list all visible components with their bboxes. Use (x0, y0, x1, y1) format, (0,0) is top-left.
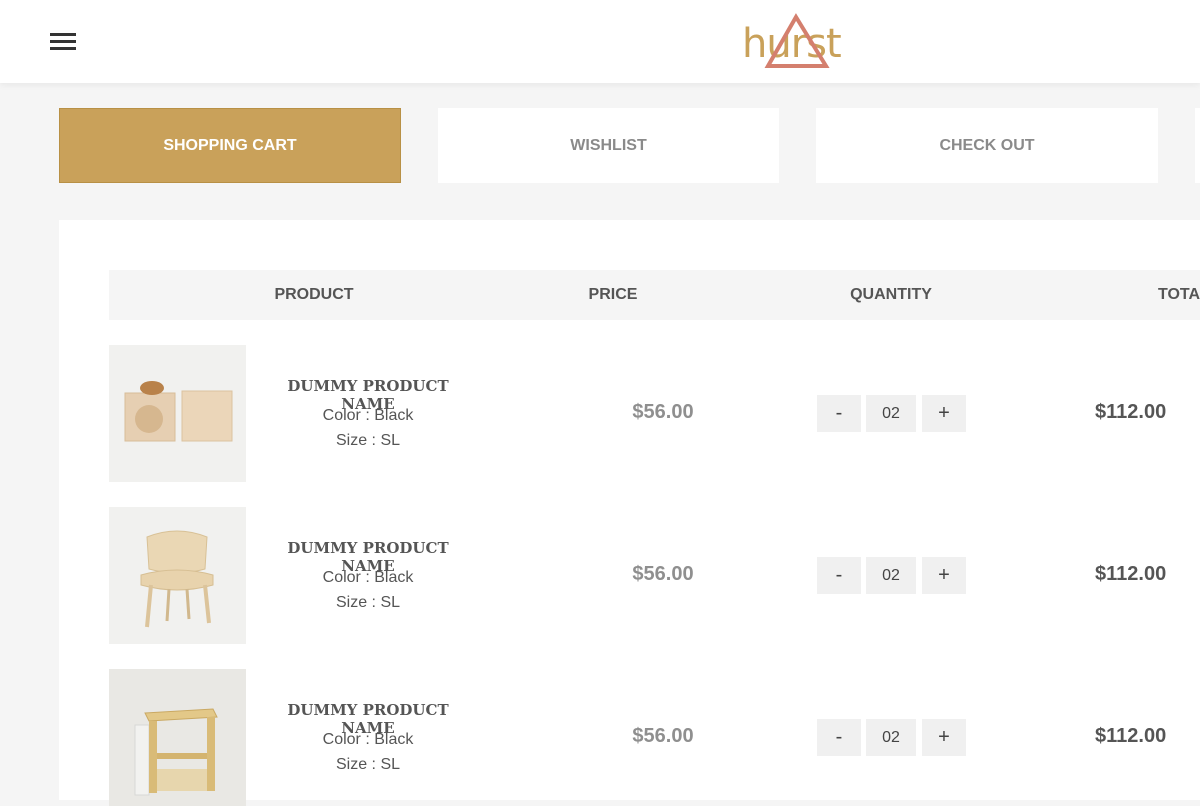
tab-wishlist-label: WISHLIST (570, 136, 647, 154)
row-total: $112.00 (1095, 725, 1167, 747)
logo-triangle-icon (764, 13, 830, 68)
header-product: PRODUCT (274, 286, 354, 303)
wooden-blocks-image (124, 381, 233, 442)
product-image[interactable] (109, 669, 246, 806)
product-price: $56.00 (632, 725, 694, 747)
quantity-decrease-button[interactable]: - (817, 395, 861, 432)
table-row: DUMMY PRODUCT NAME Color : Black Size : … (109, 669, 1200, 806)
tab-wishlist[interactable]: WISHLIST (438, 108, 779, 183)
row-total: $112.00 (1095, 401, 1167, 423)
tab-checkout[interactable]: CHECK OUT (816, 108, 1158, 183)
product-image[interactable] (109, 507, 246, 644)
product-image[interactable] (109, 345, 246, 482)
quantity-decrease-button[interactable]: - (817, 719, 861, 756)
quantity-decrease-button[interactable]: - (817, 557, 861, 594)
logo[interactable]: hurst (738, 12, 858, 72)
product-size: Size : SL (335, 756, 401, 773)
product-price: $56.00 (632, 563, 694, 585)
row-total: $112.00 (1095, 563, 1167, 585)
product-size: Size : SL (335, 594, 401, 611)
menu-icon[interactable] (50, 33, 76, 51)
cart-panel: PRODUCT PRICE QUANTITY TOTAL DUMMY PRODU… (59, 220, 1200, 806)
site-header: hurst (0, 0, 1200, 83)
wooden-chair-image (140, 530, 214, 628)
product-color: Color : Black (322, 731, 414, 748)
product-size: Size : SL (335, 432, 401, 449)
table-header: PRODUCT PRICE QUANTITY TOTAL (109, 270, 1200, 320)
wooden-stool-image (134, 708, 218, 796)
quantity-field[interactable]: 02 (866, 719, 916, 756)
quantity-field[interactable]: 02 (866, 557, 916, 594)
product-color: Color : Black (322, 407, 414, 424)
tab-checkout-label: CHECK OUT (939, 136, 1035, 154)
table-row: DUMMY PRODUCT NAME Color : Black Size : … (109, 507, 1200, 644)
quantity-increase-button[interactable]: + (922, 719, 966, 756)
header-price: PRICE (588, 286, 638, 303)
header-quantity: QUANTITY (850, 286, 932, 303)
quantity-field[interactable]: 02 (866, 395, 916, 432)
tab-overflow-edge (1195, 108, 1200, 183)
product-color: Color : Black (322, 569, 414, 586)
quantity-increase-button[interactable]: + (922, 395, 966, 432)
tab-shopping-cart[interactable]: SHOPPING CART (59, 108, 401, 183)
quantity-increase-button[interactable]: + (922, 557, 966, 594)
header-total: TOTAL (1158, 286, 1200, 303)
table-row: DUMMY PRODUCT NAME Color : Black Size : … (109, 345, 1200, 482)
tab-shopping-cart-label: SHOPPING CART (163, 136, 297, 154)
product-price: $56.00 (632, 401, 694, 423)
